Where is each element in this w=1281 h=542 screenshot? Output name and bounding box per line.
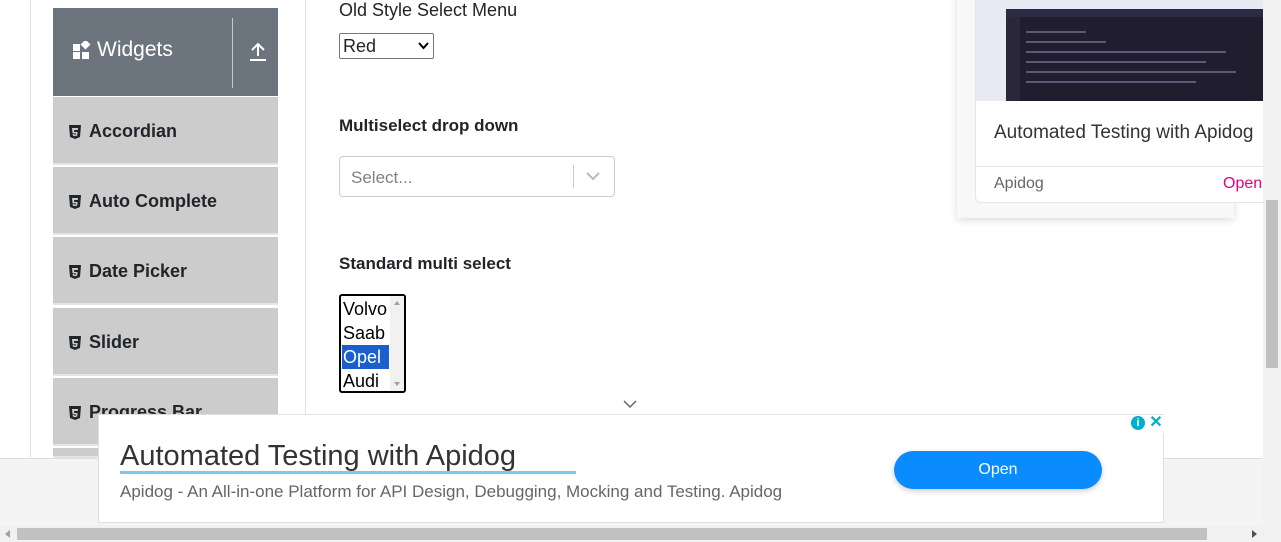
bottom-ad-title[interactable]: Automated Testing with Apidog (120, 440, 516, 473)
option-saab[interactable]: Saab (342, 321, 389, 345)
old-select-label: Old Style Select Menu (339, 0, 518, 20)
option-volvo[interactable]: Volvo (342, 297, 389, 321)
scroll-up-icon[interactable] (390, 298, 404, 308)
old-style-select[interactable]: Red (339, 33, 434, 59)
standard-multiselect-label: Standard multi select (339, 254, 511, 273)
page-border-left (30, 0, 31, 458)
adchoices[interactable]: i ✕ (1129, 415, 1165, 433)
side-ad-card[interactable]: Automated Testing with Apidog Apidog Ope… (975, 0, 1277, 203)
multiselect-separator (573, 165, 574, 188)
vertical-scrollbar-thumb[interactable] (1266, 200, 1278, 368)
multiselect-dropdown[interactable]: Select... (339, 156, 615, 197)
scroll-right-icon[interactable] (1250, 530, 1258, 538)
horizontal-scrollbar-thumb[interactable] (17, 528, 1207, 540)
widgets-separator (232, 18, 233, 88)
sidebar-item-date-picker[interactable]: Date Picker (53, 237, 278, 305)
widgets-label: Widgets (97, 38, 173, 61)
sidebar-item-label: Auto Complete (89, 191, 217, 211)
bottom-ad-banner[interactable]: Automated Testing with Apidog Apidog - A… (98, 414, 1164, 523)
widgets-title: Widgets (73, 38, 173, 62)
collapse-arrow-icon[interactable] (249, 42, 267, 62)
scroll-left-icon[interactable] (4, 530, 12, 538)
sidebar-item-accordian[interactable]: Accordian (53, 97, 278, 165)
chevron-down-icon[interactable] (585, 169, 601, 183)
sidebar-border-right (305, 0, 306, 458)
html5-icon (69, 194, 81, 209)
bottom-ad-open-button[interactable]: Open (894, 451, 1102, 489)
listbox-scrollbar[interactable] (390, 296, 404, 391)
side-ad-open-link[interactable]: Open (1223, 175, 1262, 193)
html5-icon (69, 124, 81, 139)
horizontal-scrollbar[interactable] (0, 526, 1281, 542)
multiselect-placeholder: Select... (351, 168, 413, 187)
widgets-icon (73, 41, 91, 59)
option-audi[interactable]: Audi (342, 369, 389, 391)
old-select-value: Red (343, 36, 377, 56)
close-icon[interactable]: ✕ (1149, 415, 1163, 431)
sidebar-item-label: Accordian (89, 121, 178, 141)
vertical-scrollbar[interactable] (1263, 0, 1281, 526)
sidebar-item-label: Date Picker (89, 261, 188, 281)
sidebar-item-auto-complete[interactable]: Auto Complete (53, 167, 278, 235)
sidebar-item-slider[interactable]: Slider (53, 308, 278, 376)
chevron-down-icon (418, 42, 429, 50)
html5-icon (69, 264, 81, 279)
sidebar-group-widgets[interactable]: Widgets (53, 8, 278, 96)
html5-icon (69, 335, 81, 350)
option-opel[interactable]: Opel (342, 345, 389, 369)
html5-icon (69, 405, 81, 420)
chevron-down-icon (623, 400, 637, 409)
standard-multi-select[interactable]: Volvo Saab Opel Audi (339, 294, 406, 393)
sidebar-item-label: Slider (89, 332, 140, 352)
info-icon[interactable]: i (1131, 416, 1145, 430)
side-ad-title[interactable]: Automated Testing with Apidog (994, 122, 1254, 144)
multiselect-label: Multiselect drop down (339, 116, 519, 135)
ad-thumbnail (976, 0, 1276, 101)
side-ad-brand: Apidog (994, 175, 1044, 192)
scroll-down-icon[interactable] (390, 379, 404, 389)
bottom-ad-title-underline (120, 471, 576, 474)
side-ad-divider (976, 166, 1276, 167)
bottom-ad-description: Apidog - An All-in-one Platform for API … (120, 482, 783, 501)
